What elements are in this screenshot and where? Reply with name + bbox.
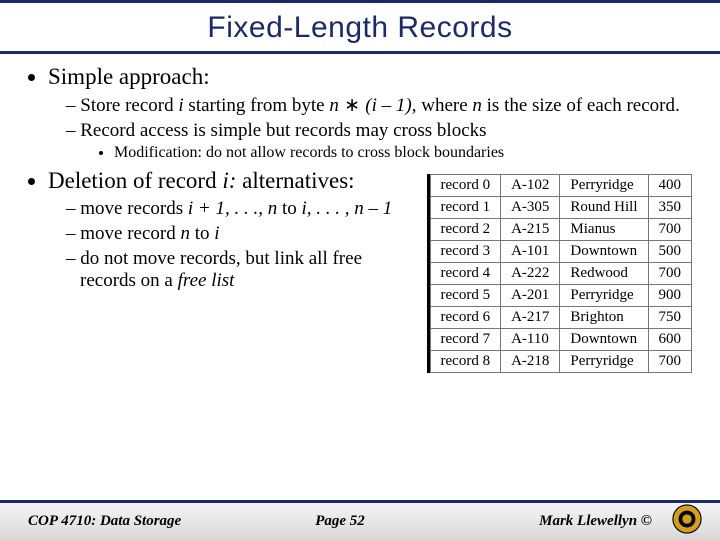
table-row: record 7A-110Downtown600	[430, 329, 691, 351]
table-row: record 0A-102Perryridge400	[430, 175, 691, 197]
table-row: record 8A-218Perryridge700	[430, 351, 691, 373]
table-cell: 900	[648, 285, 692, 307]
table-cell: A-305	[501, 197, 560, 219]
table-cell: Perryridge	[560, 175, 648, 197]
slide-title: Fixed-Length Records	[0, 11, 720, 45]
table-row: record 3A-101Downtown500	[430, 241, 691, 263]
footer-page: Page 52	[236, 513, 444, 530]
table-cell: A-222	[501, 263, 560, 285]
table-cell: record 6	[430, 307, 501, 329]
table-cell: record 0	[430, 175, 501, 197]
table-cell: A-217	[501, 307, 560, 329]
table-row: record 6A-217Brighton750	[430, 307, 691, 329]
table-cell: record 7	[430, 329, 501, 351]
table-cell: A-101	[501, 241, 560, 263]
bullet-do-not-move: do not move records, but link all free r…	[66, 248, 414, 292]
bullet-deletion: Deletion of record i: alternatives: move…	[48, 168, 414, 292]
footer-bar: COP 4710: Data Storage Page 52 Mark Llew…	[0, 500, 720, 540]
table-row: record 1A-305Round Hill350	[430, 197, 691, 219]
table-cell: 700	[648, 351, 692, 373]
bullet-move-record-n: move record n to i	[66, 223, 414, 245]
table-cell: Brighton	[560, 307, 648, 329]
table-cell: 500	[648, 241, 692, 263]
table-cell: Round Hill	[560, 197, 648, 219]
table-cell: A-218	[501, 351, 560, 373]
footer-course: COP 4710: Data Storage	[28, 513, 236, 530]
table-row: record 4A-222Redwood700	[430, 263, 691, 285]
title-bar: Fixed-Length Records	[0, 0, 720, 54]
bullet-record-access: Record access is simple but records may …	[66, 120, 692, 162]
table-cell: 750	[648, 307, 692, 329]
right-column: record 0A-102Perryridge400record 1A-305R…	[430, 174, 692, 373]
bullet-store-record: Store record i starting from byte n ∗ (i…	[66, 94, 692, 117]
left-column: Deletion of record i: alternatives: move…	[28, 168, 414, 296]
table-cell: Mianus	[560, 219, 648, 241]
table-cell: A-201	[501, 285, 560, 307]
table-cell: Downtown	[560, 241, 648, 263]
table-cell: Perryridge	[560, 351, 648, 373]
bullet-modification: Modification: do not allow records to cr…	[114, 144, 692, 162]
table-row: record 2A-215Mianus700	[430, 219, 691, 241]
table-cell: A-102	[501, 175, 560, 197]
table-cell: 350	[648, 197, 692, 219]
table-cell: Perryridge	[560, 285, 648, 307]
table-cell: A-110	[501, 329, 560, 351]
table-cell: 700	[648, 263, 692, 285]
footer-author: Mark Llewellyn ©	[444, 513, 692, 530]
table-row: record 5A-201Perryridge900	[430, 285, 691, 307]
table-cell: 600	[648, 329, 692, 351]
table-cell: record 5	[430, 285, 501, 307]
table-cell: Downtown	[560, 329, 648, 351]
table-cell: 700	[648, 219, 692, 241]
table-cell: record 8	[430, 351, 501, 373]
table-cell: Redwood	[560, 263, 648, 285]
records-table: record 0A-102Perryridge400record 1A-305R…	[430, 174, 692, 373]
table-cell: 400	[648, 175, 692, 197]
ucf-logo-icon	[672, 504, 702, 534]
table-cell: A-215	[501, 219, 560, 241]
bullet-move-records: move records i + 1, . . ., n to i, . . .…	[66, 198, 414, 220]
table-cell: record 1	[430, 197, 501, 219]
table-cell: record 3	[430, 241, 501, 263]
table-cell: record 4	[430, 263, 501, 285]
table-cell: record 2	[430, 219, 501, 241]
bullet-simple: Simple approach: Store record i starting…	[48, 64, 692, 162]
slide-content: Simple approach: Store record i starting…	[0, 54, 720, 373]
